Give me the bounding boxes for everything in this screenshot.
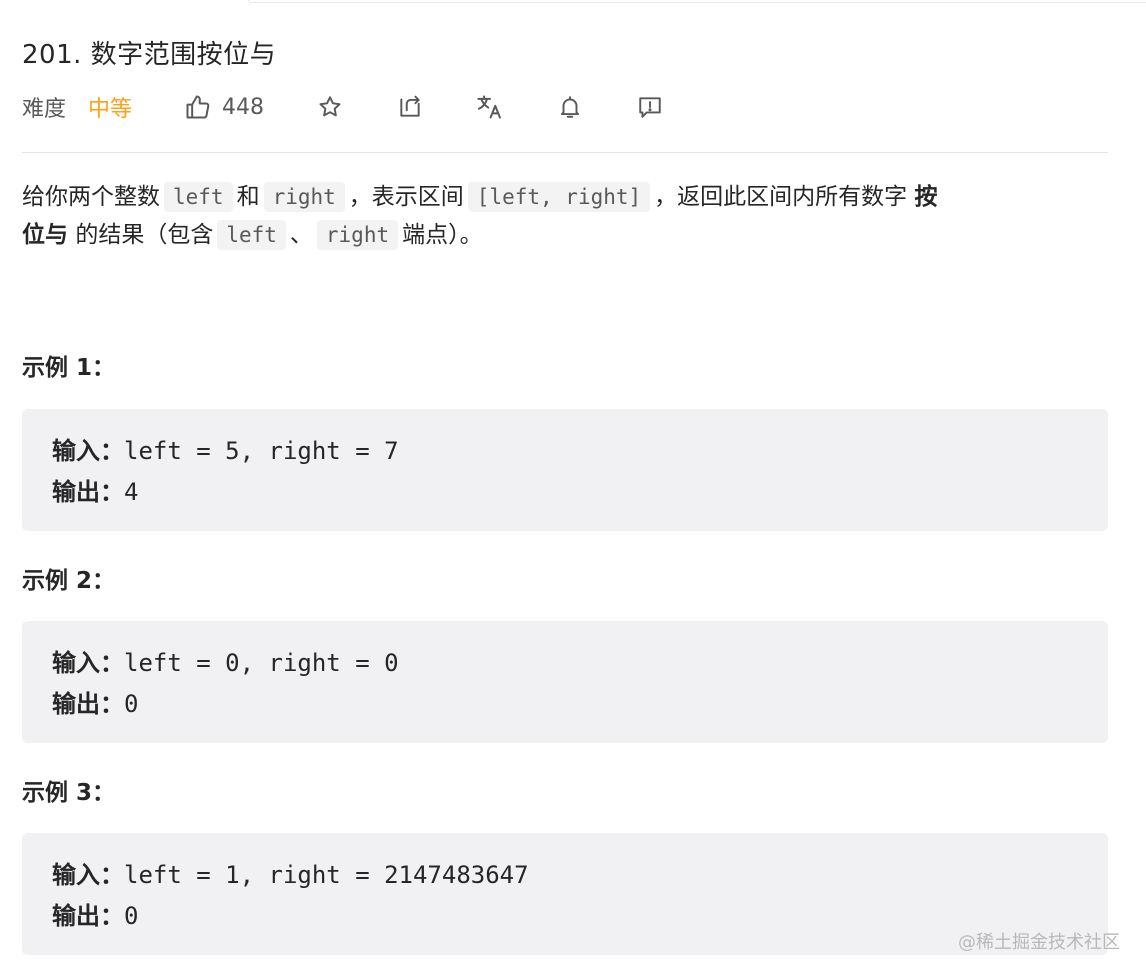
output-label: 输出： <box>52 902 124 930</box>
description-line-2: 位与 的结果（包含 left、 right 端点）。 <box>22 216 1108 254</box>
example-output-row: 输出：4 <box>52 472 1078 513</box>
example-1-title: 示例 1： <box>22 355 116 381</box>
example-1-block: 输入：left = 5, right = 7 输出：4 <box>22 409 1108 531</box>
problem-title: 201. 数字范围按位与 <box>22 40 277 70</box>
feedback-button[interactable] <box>636 93 664 121</box>
notification-button[interactable] <box>556 93 584 121</box>
desc-text: 和 <box>236 184 260 210</box>
inline-code: [left, right] <box>467 182 651 212</box>
output-label: 输出： <box>52 690 124 718</box>
input-value: left = 0, right = 0 <box>124 649 399 677</box>
like-button[interactable]: 448 <box>184 93 264 121</box>
example-output-row: 输出：0 <box>52 684 1078 725</box>
share-button[interactable] <box>396 93 424 121</box>
example-input-row: 输入：left = 5, right = 7 <box>52 431 1078 472</box>
like-count: 448 <box>222 94 265 120</box>
header-divider <box>22 152 1108 153</box>
desc-text: ，返回此区间内所有数字 <box>654 184 908 210</box>
inline-code: left <box>217 220 286 250</box>
example-3-block: 输入：left = 1, right = 2147483647 输出：0 <box>22 833 1108 955</box>
problem-description: 给你两个整数 left 和 right ，表示区间 [left, right] ，返回此区间… <box>22 178 1108 254</box>
example-output-row: 输出：0 <box>52 896 1078 937</box>
problem-meta-bar: 难度 中等 448 <box>22 90 664 124</box>
top-tab-edge <box>248 0 1146 3</box>
desc-text: 的结果（包含 <box>75 222 214 248</box>
desc-text: 端点）。 <box>402 222 483 248</box>
inline-code: right <box>263 182 345 212</box>
output-value: 4 <box>124 478 139 506</box>
example-input-row: 输入：left = 1, right = 2147483647 <box>52 855 1078 896</box>
inline-code: left <box>164 182 233 212</box>
output-label: 输出： <box>52 478 124 506</box>
desc-text: 、 <box>289 222 313 248</box>
output-value: 0 <box>124 902 139 930</box>
description-line-1: 给你两个整数 left 和 right ，表示区间 [left, right] ，返回此区间… <box>22 178 1108 216</box>
bell-icon <box>557 94 583 120</box>
example-2-block: 输入：left = 0, right = 0 输出：0 <box>22 621 1108 743</box>
example-2-title: 示例 2： <box>22 568 116 594</box>
thumbs-up-icon <box>184 93 212 121</box>
inline-code: right <box>316 220 399 250</box>
bold-text: 位与 <box>22 222 68 248</box>
difficulty-label: 难度 <box>22 97 67 122</box>
bold-text: 按 <box>914 184 938 210</box>
share-icon <box>397 94 423 120</box>
desc-text: 给你两个整数 <box>22 184 160 210</box>
watermark: @稀土掘金技术社区 <box>958 932 1120 953</box>
output-value: 0 <box>124 690 139 718</box>
translate-icon <box>476 93 504 121</box>
input-label: 输入： <box>52 649 124 677</box>
star-icon <box>317 94 343 120</box>
input-value: left = 5, right = 7 <box>124 437 399 465</box>
translate-button[interactable] <box>476 93 504 121</box>
example-3-title: 示例 3： <box>22 780 116 806</box>
difficulty-badge: 中等 <box>88 97 133 122</box>
input-value: left = 1, right = 2147483647 <box>124 861 529 889</box>
favorite-button[interactable] <box>316 93 344 121</box>
example-input-row: 输入：left = 0, right = 0 <box>52 643 1078 684</box>
input-label: 输入： <box>52 861 124 889</box>
desc-text: ，表示区间 <box>348 184 464 210</box>
feedback-icon <box>637 94 663 120</box>
input-label: 输入： <box>52 437 124 465</box>
